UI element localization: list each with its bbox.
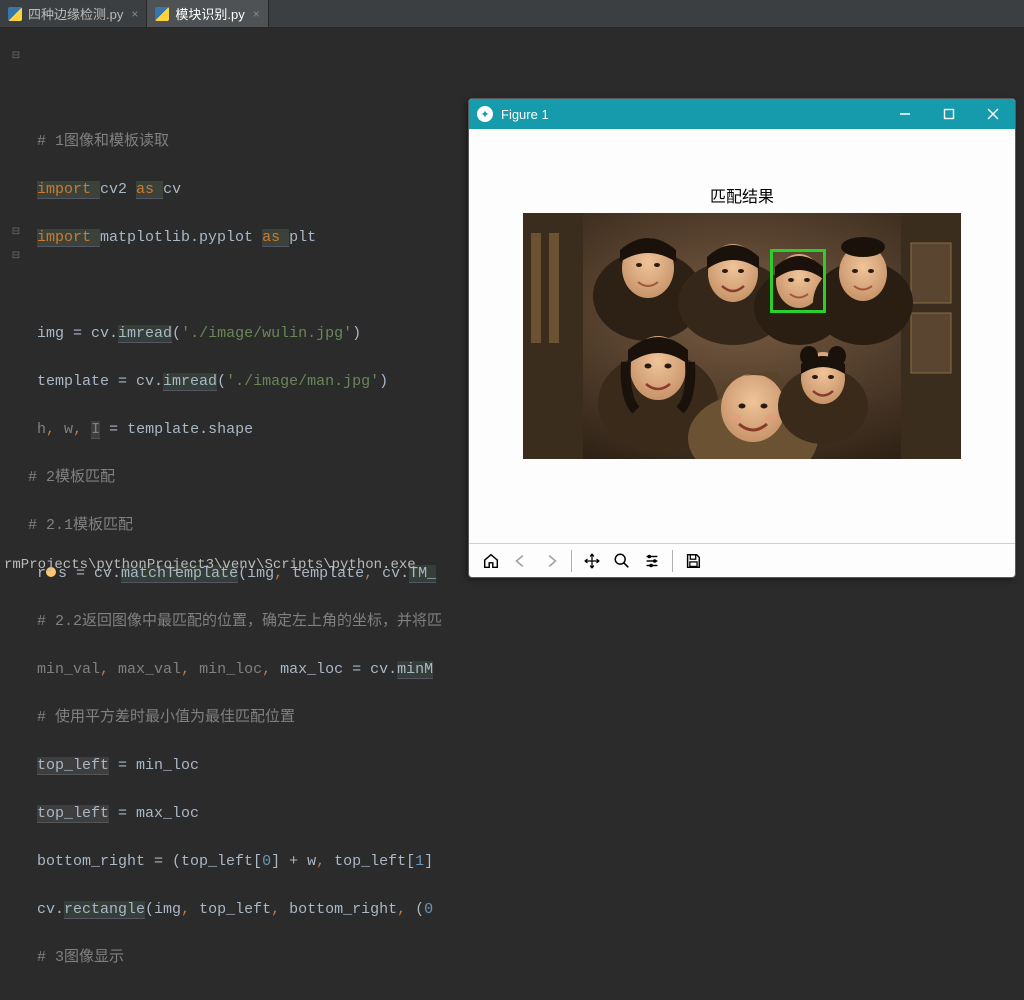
code-line: min_val, max_val, min_loc, max_loc = cv.… xyxy=(28,658,1024,682)
figure-toolbar xyxy=(469,543,1015,577)
forward-button[interactable] xyxy=(537,548,565,574)
tab-file-1[interactable]: 四种边缘检测.py × xyxy=(0,0,147,27)
fold-handle[interactable]: ⊟ xyxy=(10,227,22,239)
terminal-output: rmProjects\pythonProject3\venv\Scripts\p… xyxy=(0,557,416,573)
configure-button[interactable] xyxy=(638,548,666,574)
toolbar-separator xyxy=(672,550,673,572)
python-file-icon xyxy=(155,7,169,21)
figure-body: 匹配结果 xyxy=(469,129,1015,543)
python-file-icon xyxy=(8,7,22,21)
code-line: # 3图像显示 xyxy=(28,946,1024,970)
tab-label: 四种边缘检测.py xyxy=(28,4,123,23)
figure-window: ✦ Figure 1 匹配结果 xyxy=(468,98,1016,578)
pan-button[interactable] xyxy=(578,548,606,574)
code-line: top_left = max_loc xyxy=(28,802,1024,826)
tab-label: 模块识别.py xyxy=(175,4,244,23)
minimize-button[interactable] xyxy=(883,99,927,129)
figure-title: Figure 1 xyxy=(501,107,549,122)
detection-box xyxy=(770,249,826,313)
code-line: # 使用平方差时最小值为最佳匹配位置 xyxy=(28,706,1024,730)
home-button[interactable] xyxy=(477,548,505,574)
fold-handle[interactable]: ⊟ xyxy=(10,251,22,263)
code-line: cv.rectangle(img, top_left, bottom_right… xyxy=(28,898,1024,922)
figure-titlebar[interactable]: ✦ Figure 1 xyxy=(469,99,1015,129)
save-button[interactable] xyxy=(679,548,707,574)
code-line: bottom_right = (top_left[0] + w, top_lef… xyxy=(28,850,1024,874)
editor-tabs: 四种边缘检测.py × 模块识别.py × xyxy=(0,0,1024,28)
code-line: top_left = min_loc xyxy=(28,754,1024,778)
close-button[interactable] xyxy=(971,99,1015,129)
plot-image xyxy=(523,213,961,459)
close-icon[interactable]: × xyxy=(253,7,260,21)
zoom-button[interactable] xyxy=(608,548,636,574)
back-button[interactable] xyxy=(507,548,535,574)
matplotlib-icon: ✦ xyxy=(477,106,493,122)
maximize-button[interactable] xyxy=(927,99,971,129)
fold-handle[interactable]: ⊟ xyxy=(10,51,22,63)
plot-title: 匹配结果 xyxy=(710,183,774,207)
toolbar-separator xyxy=(571,550,572,572)
tab-file-2[interactable]: 模块识别.py × xyxy=(147,0,268,27)
code-line: # 2.2返回图像中最匹配的位置，确定左上角的坐标，并将匹 xyxy=(28,610,1024,634)
close-icon[interactable]: × xyxy=(131,7,138,21)
